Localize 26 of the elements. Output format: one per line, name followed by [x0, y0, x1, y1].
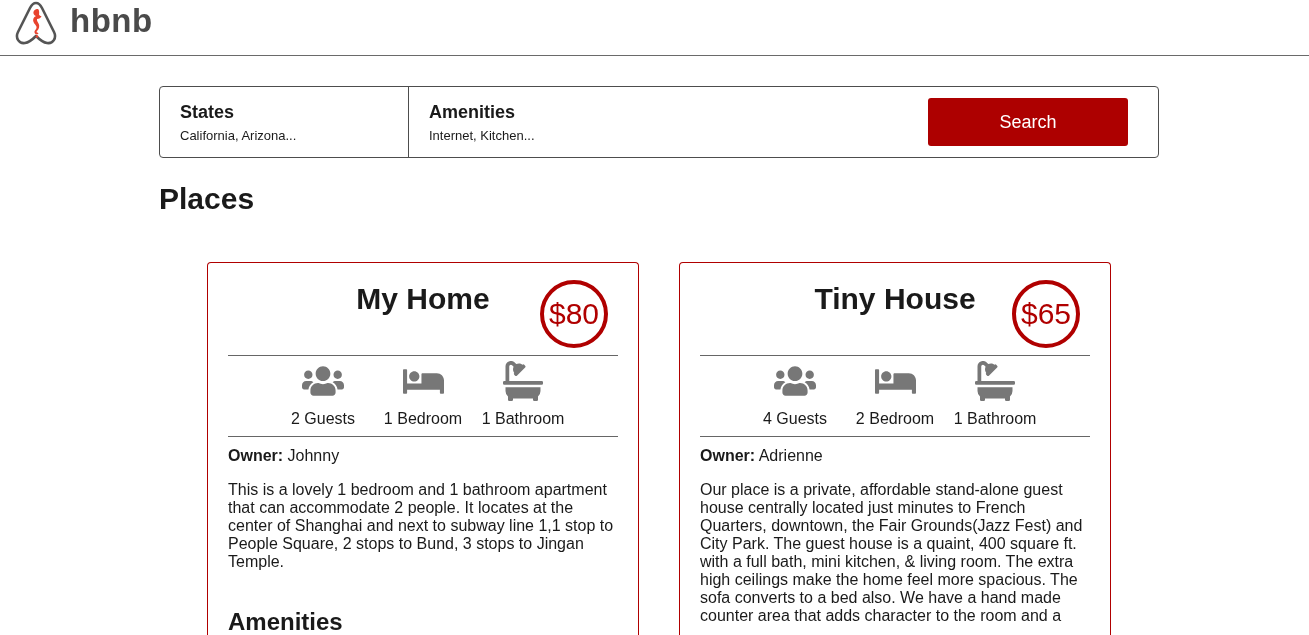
amenities-heading: Amenities — [228, 610, 344, 634]
guest-count: 2 Guests — [291, 410, 355, 428]
logo-text[interactable]: hbnb — [70, 1, 153, 41]
people-icon — [302, 364, 344, 398]
owner-text: Owner: Johnny — [228, 447, 341, 465]
owner-text: Owner: Adrienne — [700, 447, 824, 465]
place-title: My Home — [356, 281, 490, 317]
people-icon — [774, 364, 816, 398]
search-button[interactable]: Search — [928, 98, 1128, 146]
price-badge: $80 — [540, 280, 608, 348]
price-badge: $65 — [1012, 280, 1080, 348]
place-title: Tiny House — [814, 281, 976, 317]
filter-title[interactable]: Amenities — [429, 100, 928, 124]
place-description: Our place is a private, affordable stand-alone guest house centrally located just minutes to French Quarters, downtown, the Fair Grounds(Jazz Fest) and City Park. The guest house is a quaint, 400 square ft. with a full bath, mini kitchen, & living room. The extra high ceilings make the home feel more spacious. The sofa converts to a bed also. We have a hand made counter area that adds character to the room and a — [700, 481, 1084, 625]
bathroom-count: 1 Bathroom — [953, 410, 1037, 428]
bathtub-icon — [975, 361, 1015, 401]
places-heading: Places — [159, 182, 256, 216]
bedroom-count: 2 Bedroom — [855, 410, 935, 428]
filter-title[interactable]: States — [180, 100, 408, 124]
guest-count: 4 Guests — [763, 410, 827, 428]
filter-summary: California, Arizona... — [180, 128, 298, 144]
bedroom-count: 1 Bedroom — [383, 410, 463, 428]
bathtub-icon — [503, 361, 543, 401]
filter-summary: Internet, Kitchen... — [429, 128, 536, 144]
place-description: This is a lovely 1 bedroom and 1 bathroom apartment that can accommodate 2 people. It locates at the center of Shanghai and next to subway line 1,1 stop to People Square, 2 stops to Bund, 3 stops to Jingan Temple. — [228, 481, 615, 571]
bathroom-count: 1 Bathroom — [481, 410, 565, 428]
